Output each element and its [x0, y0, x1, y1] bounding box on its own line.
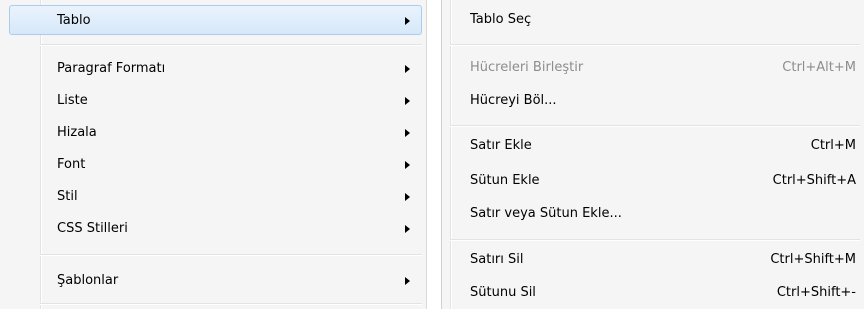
menu-item-shortcut: Ctrl+Alt+M — [782, 60, 856, 75]
menu-item-label: Liste — [57, 93, 88, 108]
menu-item-label: Tablo — [57, 13, 91, 28]
menu-item-sutunu-sil[interactable]: Sütunu Sil Ctrl+Shift+- — [442, 278, 864, 308]
menu-item-hucreleri-birlestir[interactable]: Hücreleri Birleştir Ctrl+Alt+M — [442, 53, 864, 83]
menu-item-label: Hizala — [57, 125, 97, 140]
menu-item-shortcut: Ctrl+Shift+- — [776, 285, 856, 300]
menu-item-shortcut: Ctrl+Shift+M — [770, 252, 856, 267]
menu-item-label: CSS Stilleri — [57, 221, 128, 236]
menu-item-label: Sütun Ekle — [470, 173, 540, 188]
menu-separator — [40, 303, 422, 305]
chevron-right-icon — [405, 277, 410, 285]
menu-item-label: Satır veya Sütun Ekle... — [470, 206, 622, 221]
menu-item-satir-ekle[interactable]: Satır Ekle Ctrl+M — [442, 131, 864, 161]
chevron-right-icon — [405, 225, 410, 233]
menu-item-hizala[interactable]: Hizala — [0, 118, 426, 148]
menu-item-label: Font — [57, 157, 86, 172]
menu-separator — [40, 254, 422, 256]
menu-item-sablonlar[interactable]: Şablonlar — [0, 266, 426, 296]
chevron-right-icon — [405, 161, 410, 169]
menu-item-css-stilleri[interactable]: CSS Stilleri — [0, 214, 426, 244]
menu-item-hucreyi-bol[interactable]: Hücreyi Böl... — [442, 86, 864, 116]
menu-item-label: Satır Ekle — [470, 138, 532, 153]
menu-item-tablo[interactable]: Tablo — [9, 5, 422, 35]
menu-item-label: Sütunu Sil — [470, 285, 536, 300]
menu-item-paragraf-formati[interactable]: Paragraf Formatı — [0, 54, 426, 84]
menu-item-label: Şablonlar — [57, 273, 119, 288]
menu-separator — [450, 125, 860, 127]
menu-item-shortcut: Ctrl+M — [810, 138, 856, 153]
menu-item-label: Hücreleri Birleştir — [470, 60, 584, 75]
chevron-right-icon — [405, 97, 410, 105]
menu-item-stil[interactable]: Stil — [0, 182, 426, 212]
menu-item-satir-veya-sutun-ekle[interactable]: Satır veya Sütun Ekle... — [442, 199, 864, 229]
chevron-right-icon — [405, 17, 410, 25]
menu-item-font[interactable]: Font — [0, 150, 426, 180]
menu-item-satiri-sil[interactable]: Satırı Sil Ctrl+Shift+M — [442, 245, 864, 275]
menu-item-liste[interactable]: Liste — [0, 86, 426, 116]
chevron-right-icon — [405, 129, 410, 137]
menu-item-label: Tablo Seç — [470, 12, 532, 27]
menu-item-sutun-ekle[interactable]: Sütun Ekle Ctrl+Shift+A — [442, 166, 864, 196]
menu-item-tablo-sec[interactable]: Tablo Seç — [442, 5, 864, 35]
menu-item-label: Satırı Sil — [470, 252, 524, 267]
menu-item-label: Paragraf Formatı — [57, 61, 166, 76]
chevron-right-icon — [405, 193, 410, 201]
menu-separator — [40, 44, 422, 46]
menu-separator — [450, 44, 860, 46]
menu-item-shortcut: Ctrl+Shift+A — [772, 173, 856, 188]
menu-item-label: Hücreyi Böl... — [470, 93, 557, 108]
tablo-submenu: Tablo Seç Hücreleri Birleştir Ctrl+Alt+M… — [441, 0, 864, 309]
chevron-right-icon — [405, 65, 410, 73]
menu-separator — [450, 239, 860, 241]
format-menu: Tablo Paragraf Formatı Liste Hizala Font… — [0, 0, 427, 309]
menu-item-label: Stil — [57, 189, 78, 204]
